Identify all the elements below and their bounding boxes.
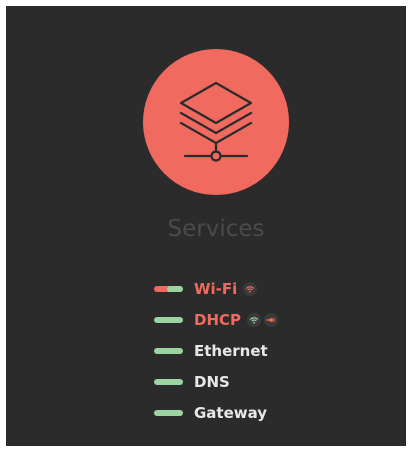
service-item-ethernet[interactable]: Ethernet xyxy=(154,339,354,363)
service-label: DNS xyxy=(194,373,230,391)
service-label: Wi-Fi xyxy=(194,280,238,298)
status-toggle[interactable] xyxy=(154,348,183,354)
services-panel: Services Wi-Fi DHCP Ethernet DNS Gateway xyxy=(6,6,406,446)
status-toggle[interactable] xyxy=(154,379,183,385)
service-item-gateway[interactable]: Gateway xyxy=(154,401,354,425)
services-hero xyxy=(143,49,289,195)
service-label: Gateway xyxy=(194,404,268,422)
status-toggle[interactable] xyxy=(154,410,183,416)
wifi-icon xyxy=(247,313,262,327)
wifi-icon xyxy=(243,282,258,296)
service-label: DHCP xyxy=(194,311,242,329)
service-item-wifi[interactable]: Wi-Fi xyxy=(154,277,354,301)
service-item-dhcp[interactable]: DHCP xyxy=(154,308,354,332)
services-list: Wi-Fi DHCP Ethernet DNS Gateway xyxy=(154,277,354,432)
status-badges xyxy=(243,282,258,296)
cable-plug-icon xyxy=(264,313,279,327)
service-item-dns[interactable]: DNS xyxy=(154,370,354,394)
status-toggle[interactable] xyxy=(154,286,183,292)
status-badges xyxy=(247,313,279,327)
service-label: Ethernet xyxy=(194,342,268,360)
layers-network-icon xyxy=(179,81,253,162)
status-toggle[interactable] xyxy=(154,317,183,323)
page-title: Services xyxy=(167,216,265,242)
